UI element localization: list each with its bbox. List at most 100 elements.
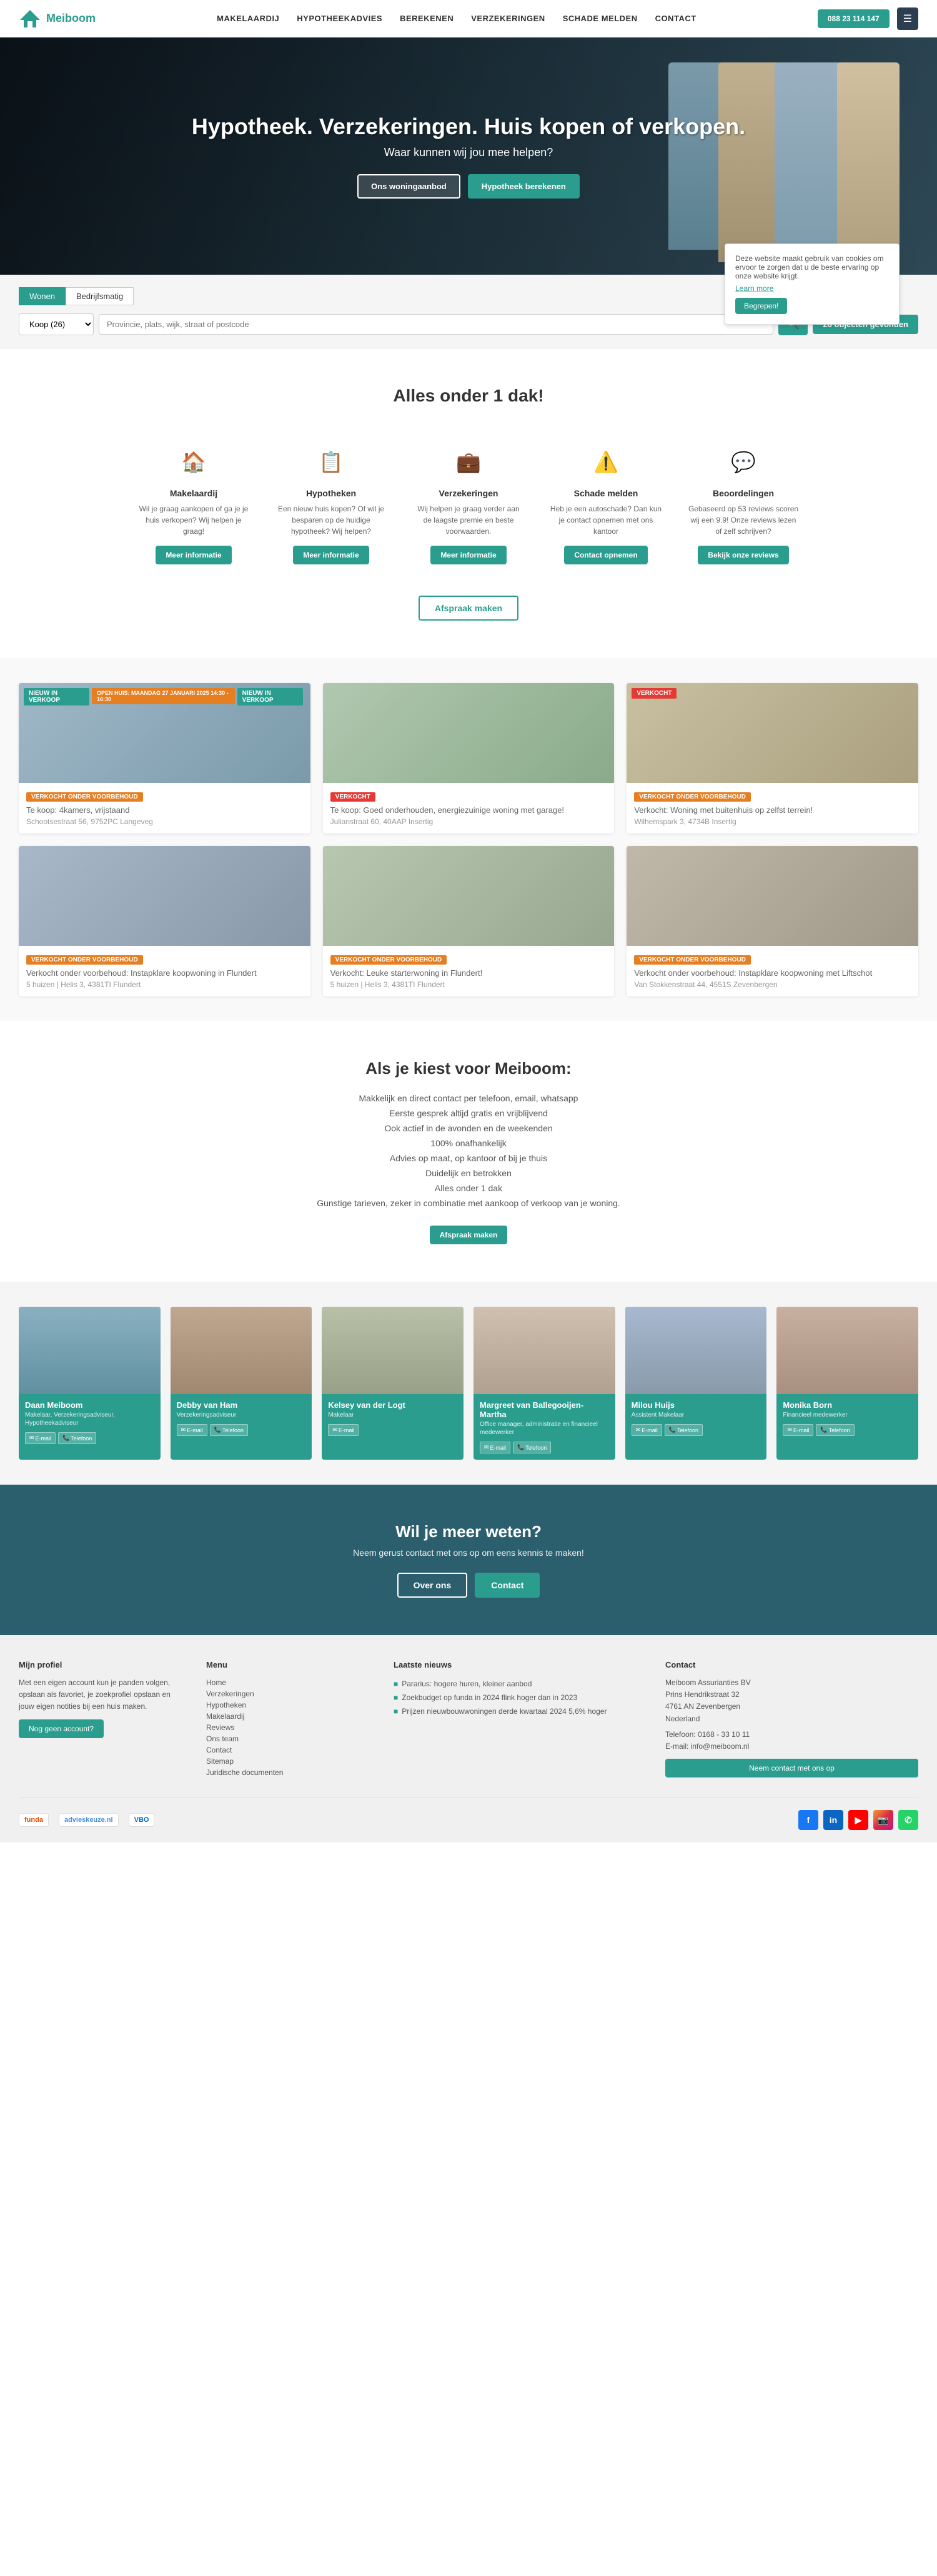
nav-makelaardij[interactable]: MAKELAARDIJ	[217, 14, 279, 23]
team-actions-3: ✉ E-mail 📞 Telefoon	[480, 1442, 609, 1453]
footer-news-1[interactable]: ■ Zoekbudget op funda in 2024 flink hoge…	[394, 1691, 647, 1704]
property-title-2: Verkocht: Woning met buitenhuis op zelfs…	[634, 805, 911, 815]
cookie-banner: Deze website maakt gebruik van cookies o…	[725, 243, 900, 325]
instagram-icon[interactable]: 📷	[873, 1810, 893, 1830]
team-email-2[interactable]: ✉ E-mail	[328, 1424, 359, 1436]
team-photo-0	[19, 1307, 161, 1394]
nav-schade-melden[interactable]: SCHADE MELDEN	[563, 14, 638, 23]
schade-btn[interactable]: Contact opnemen	[564, 546, 647, 564]
team-actions-0: ✉ E-mail 📞 Telefoon	[25, 1432, 154, 1444]
property-image-1	[323, 683, 615, 783]
afspraak-button[interactable]: Afspraak maken	[419, 596, 518, 621]
phone-button[interactable]: 088 23 114 147	[818, 9, 890, 28]
navbar: Meiboom MAKELAARDIJ HYPOTHEEKADVIES BERE…	[0, 0, 937, 37]
nav-berekenen[interactable]: BEREKENEN	[400, 14, 454, 23]
property-address-2: Wilhemspark 3, 4734B Insertig	[634, 817, 911, 826]
team-email-5[interactable]: ✉ E-mail	[783, 1424, 813, 1436]
beoordelingen-desc: Gebaseerd op 53 reviews scoren wij een 9…	[687, 503, 800, 537]
footer-account-button[interactable]: Nog geen account?	[19, 1719, 104, 1738]
team-card-5: Monika Born Financieel medewerker ✉ E-ma…	[776, 1307, 918, 1460]
team-name-5: Monika Born	[783, 1400, 912, 1410]
why-list: Makkelijk en direct contact per telefoon…	[19, 1091, 918, 1211]
footer-news-2[interactable]: ■ Prijzen nieuwbouwwoningen derde kwarta…	[394, 1704, 647, 1718]
tab-wonen[interactable]: Wonen	[19, 287, 66, 305]
team-role-0: Makelaar, Verzekeringsadviseur, Hypothee…	[25, 1411, 154, 1427]
team-role-4: Assistent Makelaar	[632, 1411, 761, 1419]
team-phone-5[interactable]: 📞 Telefoon	[816, 1424, 854, 1436]
team-email-3[interactable]: ✉ E-mail	[480, 1442, 510, 1453]
why-item-5: Duidelijk en betrokken	[19, 1166, 918, 1181]
makelaardij-desc: Wil je graag aankopen of ga je je huis v…	[137, 503, 250, 537]
team-info-2: Kelsey van der Logt Makelaar ✉ E-mail	[322, 1394, 464, 1442]
properties-section: NIEUW IN VERKOOP OPEN HUIS: MAANDAG 27 J…	[0, 658, 937, 1021]
footer-menu-item-5[interactable]: Ons team	[206, 1733, 375, 1744]
team-phone-4[interactable]: 📞 Telefoon	[665, 1424, 703, 1436]
footer-menu-item-0[interactable]: Home	[206, 1677, 375, 1688]
footer-menu-item-6[interactable]: Contact	[206, 1744, 375, 1756]
property-status-0: VERKOCHT ONDER VOORBEHOUD	[26, 792, 143, 802]
team-actions-2: ✉ E-mail	[328, 1424, 457, 1436]
linkedin-icon[interactable]: in	[823, 1810, 843, 1830]
why-item-1: Eerste gesprek altijd gratis en vrijblij…	[19, 1106, 918, 1121]
verzekeringen-btn[interactable]: Meer informatie	[430, 546, 506, 564]
team-email-0[interactable]: ✉ E-mail	[25, 1432, 56, 1444]
property-badge-new2-0: NIEUW IN VERKOOP	[237, 688, 303, 705]
property-title-5: Verkocht onder voorbehoud: Instapklare k…	[634, 968, 911, 978]
cookie-accept-button[interactable]: Begrepen!	[735, 298, 787, 314]
cta-over-ons-btn[interactable]: Over ons	[397, 1573, 468, 1598]
verzekeringen-desc: Wij helpen je graag verder aan de laagst…	[412, 503, 525, 537]
logo[interactable]: Meiboom	[19, 7, 96, 30]
footer-contact: Contact Meiboom Assurianties BV Prins He…	[665, 1660, 918, 1778]
beoordelingen-title: Beoordelingen	[687, 488, 800, 498]
beoordelingen-btn[interactable]: Bekijk onze reviews	[698, 546, 788, 564]
team-phone-0[interactable]: 📞 Telefoon	[58, 1432, 96, 1444]
team-name-1: Debby van Ham	[177, 1400, 306, 1410]
search-input[interactable]	[99, 314, 773, 335]
hero-hypotheek-btn[interactable]: Hypotheek berekenen	[468, 174, 580, 199]
youtube-icon[interactable]: ▶	[848, 1810, 868, 1830]
nav-verzekeringen[interactable]: VERZEKERINGEN	[471, 14, 545, 23]
team-grid: Daan Meiboom Makelaar, Verzekeringsadvis…	[19, 1307, 918, 1460]
footer-news-0[interactable]: ■ Pararius: hogere huren, kleiner aanbod	[394, 1677, 647, 1691]
team-photo-4	[625, 1307, 767, 1394]
team-email-1[interactable]: ✉ E-mail	[177, 1424, 207, 1436]
footer-menu-item-8[interactable]: Juridische documenten	[206, 1767, 375, 1778]
makelaardij-btn[interactable]: Meer informatie	[156, 546, 231, 564]
team-role-3: Office manager, administratie en financi…	[480, 1420, 609, 1437]
team-info-0: Daan Meiboom Makelaar, Verzekeringsadvis…	[19, 1394, 161, 1450]
whatsapp-icon[interactable]: ✆	[898, 1810, 918, 1830]
why-afspraak-button[interactable]: Afspraak maken	[430, 1226, 508, 1244]
footer-contact-button[interactable]: Neem contact met ons op	[665, 1759, 918, 1777]
property-address-1: Julianstraat 60, 40AAP Insertig	[330, 817, 607, 826]
cta-section: Wil je meer weten? Neem gerust contact m…	[0, 1485, 937, 1635]
team-phone-3[interactable]: 📞 Telefoon	[513, 1442, 551, 1453]
footer-menu-item-4[interactable]: Reviews	[206, 1722, 375, 1733]
nav-contact[interactable]: CONTACT	[655, 14, 697, 23]
footer-menu-item-3[interactable]: Makelaardij	[206, 1711, 375, 1722]
footer-menu-title: Menu	[206, 1660, 375, 1669]
team-phone-1[interactable]: 📞 Telefoon	[210, 1424, 248, 1436]
hypotheken-btn[interactable]: Meer informatie	[293, 546, 369, 564]
footer-menu-item-2[interactable]: Hypotheken	[206, 1699, 375, 1711]
hero-woningaanbod-btn[interactable]: Ons woningaanbod	[357, 174, 460, 199]
team-actions-5: ✉ E-mail 📞 Telefoon	[783, 1424, 912, 1436]
team-email-4[interactable]: ✉ E-mail	[632, 1424, 662, 1436]
footer-mijn-profiel-desc: Met een eigen account kun je panden volg…	[19, 1677, 187, 1713]
team-info-1: Debby van Ham Verzekeringsadviseur ✉ E-m…	[171, 1394, 312, 1442]
nav-hypotheekadvies[interactable]: HYPOTHEEKADVIES	[297, 14, 382, 23]
tab-bedrijfsmatig[interactable]: Bedrijfsmatig	[66, 287, 134, 305]
menu-button[interactable]: ☰	[897, 7, 918, 30]
team-role-1: Verzekeringsadviseur	[177, 1411, 306, 1419]
footer: Mijn profiel Met een eigen account kun j…	[0, 1635, 937, 1842]
footer-nieuws: Laatste nieuws ■ Pararius: hogere huren,…	[394, 1660, 647, 1778]
cookie-learn-more[interactable]: Learn more	[735, 284, 773, 293]
cta-contact-btn[interactable]: Contact	[475, 1573, 540, 1598]
footer-menu-item-7[interactable]: Sitemap	[206, 1756, 375, 1767]
footer-menu-item-1[interactable]: Verzekeringen	[206, 1688, 375, 1699]
verzekeringen-icon: 💼	[450, 443, 487, 481]
beoordelingen-icon: 💬	[725, 443, 762, 481]
search-type-select[interactable]: Koop (26)	[19, 313, 94, 335]
facebook-icon[interactable]: f	[798, 1810, 818, 1830]
footer-contact-email: E-mail: info@meiboom.nl	[665, 1741, 918, 1753]
team-name-2: Kelsey van der Logt	[328, 1400, 457, 1410]
